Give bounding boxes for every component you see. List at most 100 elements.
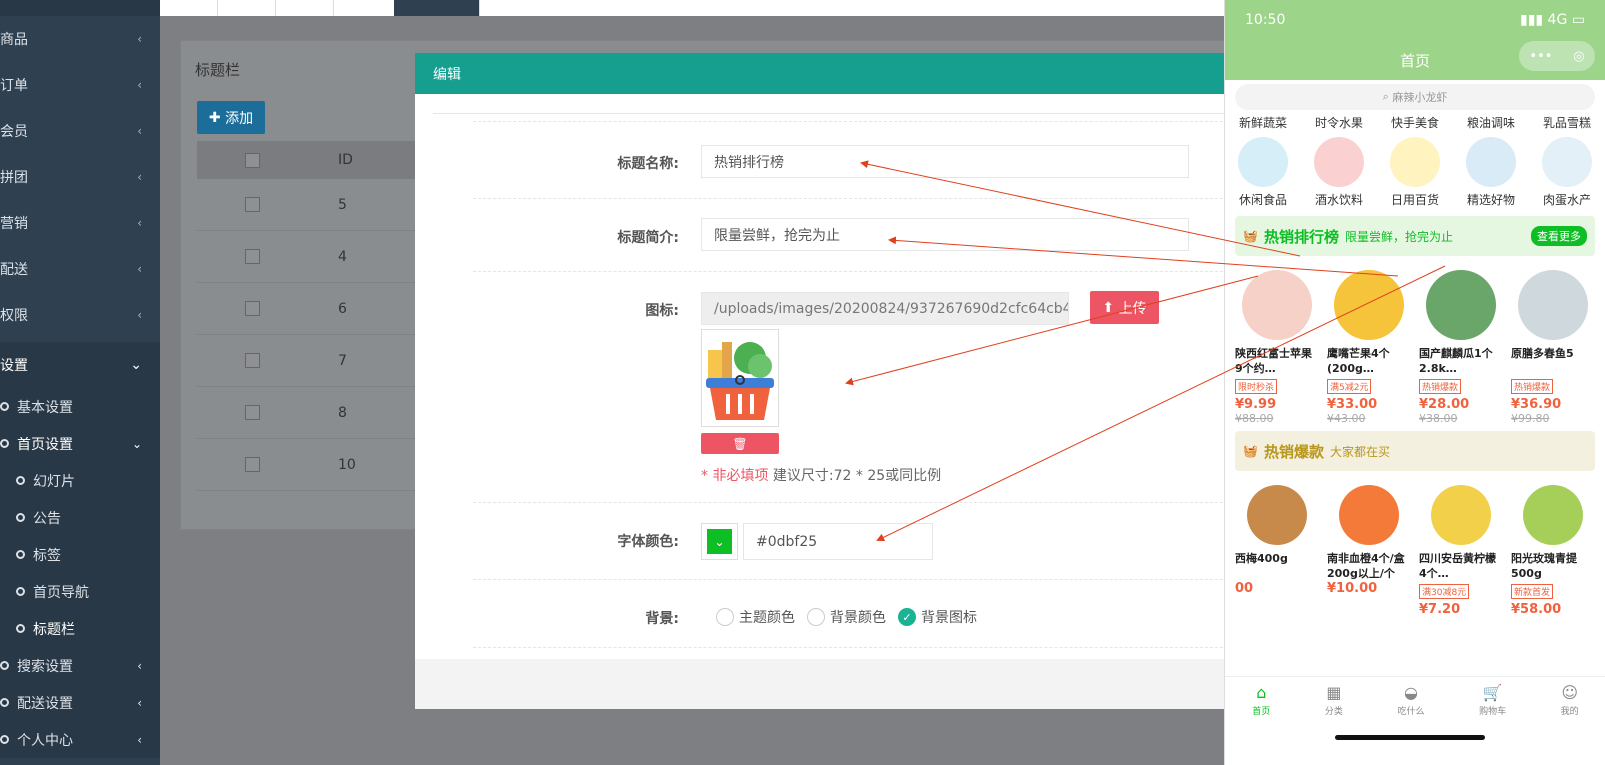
category-label: 酒水饮料 [1314,193,1363,207]
product-old-price: ¥99.80 [1511,412,1550,425]
product-card[interactable]: 鹰嘴芒果4个(200g… 满5减2元 ¥33.00 ¥43.00 [1327,260,1411,425]
add-button[interactable]: ✚ 添加 [197,101,265,134]
row-checkbox[interactable] [245,301,260,316]
sidebar-item[interactable]: 订单 ‹ [0,62,160,108]
category-item[interactable]: 快手美食 [1385,114,1445,131]
radio-background-icon[interactable]: ✓ 背景图标 [898,607,977,627]
sidebar-item[interactable]: 营销 ‹ [0,200,160,246]
sidebar-item-settings-sub[interactable]: 配送设置 ‹ [0,684,160,721]
sidebar-item[interactable]: 权限 ‹ [0,292,160,338]
icon-path-input[interactable]: /uploads/images/20200824/937267690d2cfc6… [701,292,1069,325]
row-checkbox[interactable] [245,353,260,368]
color-value-input[interactable]: #0dbf25 [743,523,933,560]
sidebar-item[interactable]: 商品 ‹ [0,16,160,62]
table-row[interactable]: 7 [197,335,437,387]
view-more-button[interactable]: 查看更多 [1531,226,1587,246]
sidebar-item-home-settings[interactable]: 首页设置 ⌄ [0,425,160,462]
tab-bar-item[interactable]: ☺ 我的 [1561,677,1579,726]
table-row[interactable]: 8 [197,387,437,439]
sidebar-item-settings-sub[interactable]: 搜索设置 ‹ [0,647,160,684]
sidebar-item[interactable]: 配送 ‹ [0,246,160,292]
radio-icon [716,608,734,626]
sidebar-item-settings-sub[interactable]: 个人中心 ‹ [0,721,160,758]
product-image [1247,485,1307,545]
category-item[interactable]: 肉蛋水产 [1537,137,1597,208]
radio-background-color[interactable]: 背景颜色 [807,607,886,627]
category-item[interactable]: 精选好物 [1461,137,1521,208]
category-label: 新鲜蔬菜 [1238,116,1287,130]
sidebar-item-label: 标签 [33,547,61,564]
sidebar-item-home-sub[interactable]: 首页导航 [0,573,160,610]
hot-ranking-banner: 🧺 热销排行榜 限量尝鲜，抢完为止 查看更多 [1235,216,1595,256]
title-name-input[interactable]: 热销排行榜 [701,145,1189,178]
tab-bar-item[interactable]: 🛒 购物车 [1479,677,1506,726]
sidebar-item[interactable]: 拼团 ‹ [0,154,160,200]
table-row[interactable]: 6 [197,283,437,335]
basket-icon [706,342,774,420]
category-item[interactable]: 日用百货 [1385,137,1445,208]
sidebar-item[interactable]: 会员 ‹ [0,108,160,154]
tab-bar-item[interactable]: ⌂ 首页 [1252,677,1270,726]
sidebar-item-home-sub[interactable]: 标题栏 [0,610,160,647]
sidebar-section-settings[interactable]: 设置 ⌄ [0,342,160,388]
hot-sale-banner: 🧺 热销爆款 大家都在买 [1235,431,1595,471]
category-label: 肉蛋水产 [1542,193,1591,207]
tab-bar-label: 吃什么 [1397,707,1425,717]
radio-theme-color[interactable]: 主题颜色 [716,607,795,627]
row-checkbox[interactable] [245,197,260,212]
product-card[interactable]: 四川安岳黄柠檬4个… 满30减8元 ¥7.20 [1419,475,1503,617]
product-card[interactable]: 陕西红富士苹果9个约… 限时秒杀 ¥9.99 ¥88.00 [1235,260,1319,425]
product-tag: 满30减8元 [1419,584,1470,599]
product-card[interactable]: 国产麒麟瓜1个2.8k… 热销爆款 ¥28.00 ¥38.00 [1419,260,1503,425]
select-all-checkbox[interactable] [245,152,260,168]
product-card[interactable]: 原膳多春鱼5 热销爆款 ¥36.90 ¥99.80 [1511,260,1595,425]
category-item[interactable]: 新鲜蔬菜 [1233,114,1293,131]
product-card[interactable]: 南非血橙4个/盒200g以上/个 ¥10.00 [1327,475,1411,617]
tab[interactable] [218,0,276,16]
product-old-price: ¥38.00 [1419,412,1458,425]
row-id: 6 [338,300,347,317]
circle-icon [16,587,25,596]
sidebar-item-label: 配送 [0,262,28,278]
row-checkbox[interactable] [245,457,260,472]
category-item[interactable]: 粮油调味 [1461,114,1521,131]
category-image [1238,137,1288,187]
category-item[interactable]: 乳品雪糕 [1537,114,1597,131]
row-checkbox[interactable] [245,405,260,420]
upload-icon: ⬆ [1102,299,1119,316]
product-card[interactable]: 阳光玫瑰青提500g 新款首发 ¥58.00 [1511,475,1595,617]
capsule-menu[interactable]: ••• ◎ [1519,41,1595,71]
category-item[interactable]: 休闲食品 [1233,137,1293,208]
phone-search[interactable]: ⌕ 麻辣小龙虾 [1235,84,1595,110]
tab-active[interactable] [394,0,480,16]
row-checkbox[interactable] [245,249,260,264]
table-row[interactable]: 5 [197,179,437,231]
row-id: 4 [338,248,347,265]
product-old-price: ¥43.00 [1327,412,1366,425]
icon-label: 图标: [645,303,679,319]
sidebar-item-home-sub[interactable]: 标签 [0,536,160,573]
trash-icon: 🗑 [732,436,748,451]
sidebar-item-label: 标题栏 [33,621,75,638]
upload-button[interactable]: ⬆ 上传 [1090,291,1159,324]
delete-icon-button[interactable]: 🗑 [701,433,779,454]
tab-bar-item[interactable]: ▦ 分类 [1325,677,1343,726]
tab-bar-label: 我的 [1560,707,1579,717]
icon-preview [701,329,779,427]
color-picker-button[interactable]: ⌄ [701,523,738,560]
table-row[interactable]: 4 [197,231,437,283]
category-item[interactable]: 时令水果 [1309,114,1369,131]
product-card[interactable]: 西梅400g 00 [1235,475,1319,617]
table-row[interactable]: 10 [197,439,437,491]
divider [473,198,1253,199]
profile-icon: ☺ [1561,683,1578,702]
category-item[interactable]: 酒水饮料 [1309,137,1369,208]
sidebar-item-home-sub[interactable]: 幻灯片 [0,462,160,499]
chevron-left-icon: ‹ [137,78,142,92]
sidebar-item-home-sub[interactable]: 公告 [0,499,160,536]
title-intro-input[interactable]: 限量尝鲜，抢完为止 [701,218,1189,251]
tab[interactable] [160,0,218,16]
sidebar-item-basic-settings[interactable]: 基本设置 [0,388,160,425]
tab-bar-item[interactable]: ◒ 吃什么 [1397,677,1424,726]
tab[interactable] [276,0,334,16]
